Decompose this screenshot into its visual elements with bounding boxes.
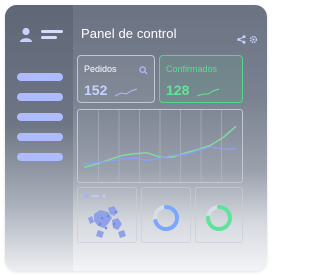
- main-panel: Panel de control Pedidos 152 Confirmados…: [73, 5, 267, 271]
- donut-card-2[interactable]: [195, 187, 243, 243]
- line-chart-svg: [83, 110, 237, 182]
- map-regions: [88, 206, 126, 238]
- orders-card[interactable]: Pedidos 152: [77, 55, 155, 103]
- donut-chart-1: [153, 205, 179, 231]
- orders-sparkline: [114, 88, 138, 97]
- sidebar-item-2[interactable]: [17, 93, 63, 101]
- map-legend-dot-2: [102, 194, 106, 198]
- donut-card-1[interactable]: [141, 187, 191, 243]
- dashboard-window: Panel de control Pedidos 152 Confirmados…: [5, 5, 267, 271]
- map-graphic: [84, 194, 126, 238]
- map-card[interactable]: [77, 187, 137, 243]
- sidebar-item-3[interactable]: [17, 113, 63, 121]
- sidebar-item-4[interactable]: [17, 133, 63, 141]
- confirmed-card-label: Confirmados: [166, 64, 218, 74]
- gear-icon[interactable]: [249, 31, 258, 49]
- confirmed-card-value: 128: [166, 82, 190, 98]
- donut-chart-2: [206, 205, 232, 231]
- sidebar-item-5[interactable]: [17, 153, 63, 161]
- confirmed-card[interactable]: Confirmados 128: [159, 55, 243, 103]
- app-logo: [19, 27, 79, 47]
- logo-text-placeholder: [41, 30, 63, 42]
- orders-card-value: 152: [84, 82, 108, 98]
- search-icon[interactable]: [139, 62, 148, 80]
- share-icon[interactable]: [237, 31, 246, 49]
- sidebar-item-1[interactable]: [17, 73, 63, 81]
- map-legend-dot: [84, 194, 88, 198]
- confirmed-sparkline: [196, 88, 220, 97]
- sidebar: [5, 5, 73, 271]
- map-legend-bar: [91, 195, 99, 197]
- page-title: Panel de control: [81, 26, 177, 41]
- orders-card-label: Pedidos: [84, 64, 117, 74]
- line-chart: [77, 109, 243, 183]
- user-icon[interactable]: [19, 27, 33, 48]
